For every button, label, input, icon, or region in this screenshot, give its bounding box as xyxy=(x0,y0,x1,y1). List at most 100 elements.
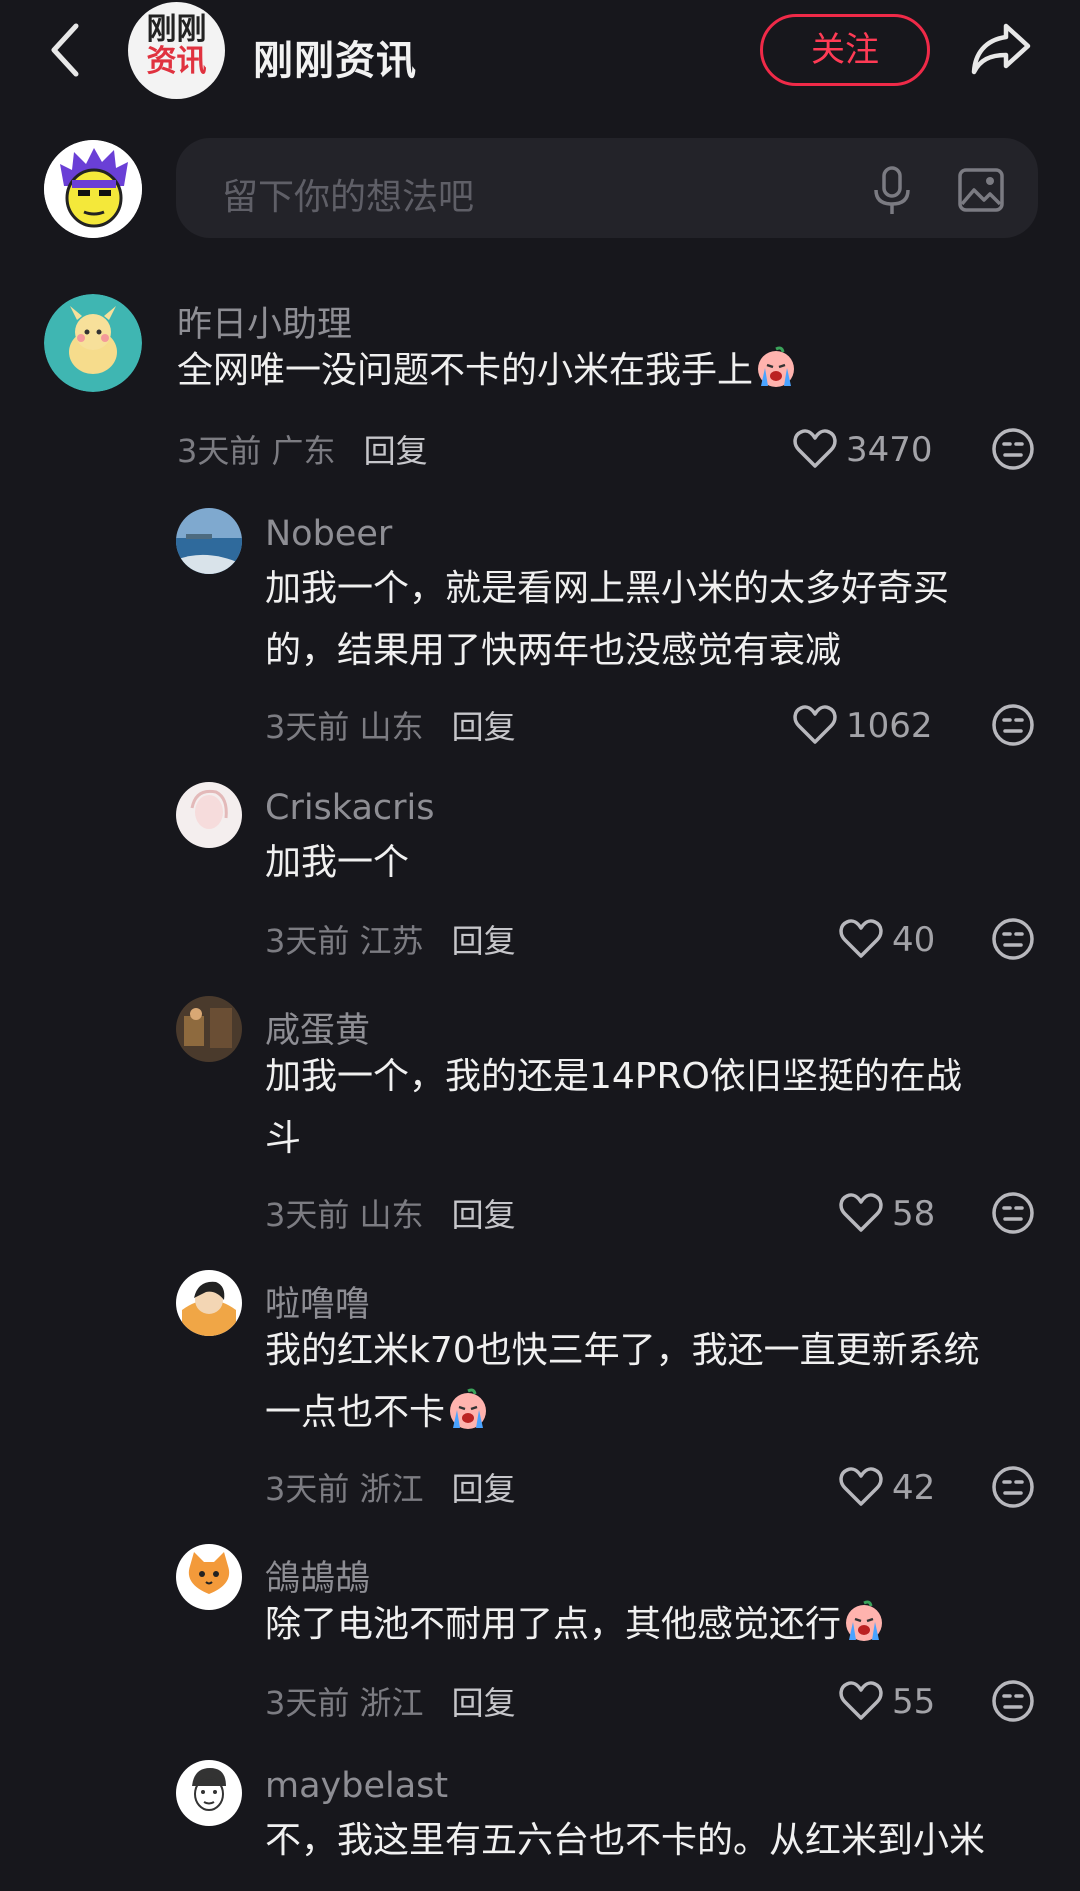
avatar[interactable] xyxy=(176,508,242,574)
image-button[interactable] xyxy=(956,166,1006,214)
share-button[interactable] xyxy=(968,18,1034,82)
comment-text-line: 加我一个，就是看网上黑小米的太多好奇买 xyxy=(265,568,950,609)
like-button[interactable]: 58 xyxy=(838,1188,948,1238)
heart-icon xyxy=(839,1467,883,1506)
comment-text: 加我一个，我的还是14PRO依旧坚挺的在战 斗 xyxy=(265,1046,962,1170)
like-count: 58 xyxy=(892,1194,936,1234)
reply-button[interactable]: 回复 xyxy=(452,1684,516,1722)
comment-text-line: 的，结果用了快两年也没感觉有衰减 xyxy=(265,630,842,671)
sketch-face-avatar-icon xyxy=(176,1760,242,1826)
account-name[interactable]: 刚刚资讯 xyxy=(253,28,417,86)
like-count: 42 xyxy=(892,1468,936,1508)
dislike-button[interactable] xyxy=(990,426,1036,472)
comment-meta: 3天前 广东 回复 xyxy=(177,426,428,472)
like-count: 40 xyxy=(892,920,936,960)
reply-button[interactable]: 回复 xyxy=(452,922,516,960)
sea-photo-avatar-icon xyxy=(176,508,242,574)
meh-face-icon xyxy=(992,1680,1034,1722)
reply-button[interactable]: 回复 xyxy=(452,1470,516,1508)
dislike-button[interactable] xyxy=(990,1190,1036,1236)
dislike-button[interactable] xyxy=(990,702,1036,748)
voice-button[interactable] xyxy=(868,164,916,216)
like-button[interactable]: 40 xyxy=(838,914,948,964)
comment-text-line: 我的红米k70也快三年了，我还一直更新系统 xyxy=(265,1330,980,1371)
cat-avatar-icon xyxy=(176,1544,242,1610)
dislike-button[interactable] xyxy=(990,916,1036,962)
reply-button[interactable]: 回复 xyxy=(364,432,428,470)
share-arrow-icon xyxy=(971,23,1031,75)
avatar[interactable] xyxy=(176,996,242,1062)
avatar[interactable] xyxy=(176,782,242,848)
avatar[interactable] xyxy=(176,1544,242,1610)
comment-text-line: 一点也不卡 xyxy=(265,1382,980,1444)
my-avatar[interactable] xyxy=(44,140,142,238)
comment-text-content: 一点也不卡 xyxy=(265,1392,446,1433)
heart-icon xyxy=(839,919,883,958)
avatar[interactable] xyxy=(176,1760,242,1826)
comment-region: 江苏 xyxy=(359,922,424,960)
meh-face-icon xyxy=(992,918,1034,960)
comment-input[interactable]: 留下你的想法吧 xyxy=(176,138,1038,238)
like-button[interactable]: 55 xyxy=(838,1676,948,1726)
crying-face-emoji xyxy=(758,346,795,387)
comment-text-content: 除了电池不耐用了点，其他感觉还行 xyxy=(265,1604,842,1645)
dislike-button[interactable] xyxy=(990,1678,1036,1724)
meh-face-icon xyxy=(992,1466,1034,1508)
crying-face-emoji xyxy=(846,1600,883,1641)
comment-meta: 3天前 山东 回复 xyxy=(265,702,516,748)
image-icon xyxy=(958,168,1004,212)
comment-text: 不，我这里有五六台也不卡的。从红米到小米 xyxy=(265,1820,986,1861)
like-count: 1062 xyxy=(846,706,933,746)
microphone-icon xyxy=(874,166,910,214)
heart-icon xyxy=(793,705,837,744)
comment-text-content: 全网唯一没问题不卡的小米在我手上 xyxy=(177,350,754,391)
cartoon-avatar-icon xyxy=(44,140,142,238)
avatar[interactable] xyxy=(176,1270,242,1336)
comment-region: 浙江 xyxy=(359,1684,424,1722)
like-button[interactable]: 1062 xyxy=(792,700,942,750)
comment-text-line: 斗 xyxy=(265,1118,302,1159)
logo-text-top: 刚刚 xyxy=(146,12,207,47)
crying-face-emoji xyxy=(450,1388,487,1429)
like-button[interactable]: 42 xyxy=(838,1462,948,1512)
heart-icon xyxy=(839,1681,883,1720)
like-count: 3470 xyxy=(846,430,933,470)
like-button[interactable]: 3470 xyxy=(792,424,942,474)
account-logo[interactable]: 刚刚 资讯 xyxy=(128,2,225,99)
comment-text: 除了电池不耐用了点，其他感觉还行 xyxy=(265,1594,887,1656)
comment-username[interactable]: maybelast xyxy=(265,1766,448,1806)
dislike-button[interactable] xyxy=(990,1464,1036,1510)
comment-region: 山东 xyxy=(359,1196,424,1234)
comment-username[interactable]: Criskacris xyxy=(265,788,434,828)
follow-button[interactable]: 关注 xyxy=(760,14,930,86)
comment-text: 加我一个，就是看网上黑小米的太多好奇买 的，结果用了快两年也没感觉有衰减 xyxy=(265,558,949,682)
heart-icon xyxy=(839,1193,883,1232)
comment-username[interactable]: Nobeer xyxy=(265,514,392,554)
avatar[interactable] xyxy=(44,294,142,392)
comment-input-placeholder: 留下你的想法吧 xyxy=(222,177,475,218)
comment-text-line: 加我一个，我的还是14PRO依旧坚挺的在战 xyxy=(265,1056,962,1097)
comment-time: 3天前 xyxy=(265,1470,350,1508)
comment-region: 山东 xyxy=(359,708,424,746)
chevron-left-icon xyxy=(51,23,79,77)
comment-meta: 3天前 浙江 回复 xyxy=(265,1464,516,1510)
comment-text: 我的红米k70也快三年了，我还一直更新系统 一点也不卡 xyxy=(265,1320,980,1444)
back-button[interactable] xyxy=(42,20,92,80)
meh-face-icon xyxy=(992,428,1034,470)
comment-text: 全网唯一没问题不卡的小米在我手上 xyxy=(177,340,799,402)
comment-region: 浙江 xyxy=(359,1470,424,1508)
comment-time: 3天前 xyxy=(265,708,350,746)
reply-button[interactable]: 回复 xyxy=(452,1196,516,1234)
comment-time: 3天前 xyxy=(265,922,350,960)
pikachu-avatar-icon xyxy=(44,294,142,392)
comment-meta: 3天前 浙江 回复 xyxy=(265,1678,516,1724)
reply-button[interactable]: 回复 xyxy=(452,708,516,746)
heart-icon xyxy=(793,429,837,468)
comment-time: 3天前 xyxy=(265,1196,350,1234)
comment-region: 广东 xyxy=(271,432,336,470)
comment-time: 3天前 xyxy=(177,432,262,470)
photo-avatar-icon xyxy=(176,996,242,1062)
sketch-avatar-icon xyxy=(176,782,242,848)
logo-text-bottom: 资讯 xyxy=(146,44,207,79)
comment-meta: 3天前 山东 回复 xyxy=(265,1190,516,1236)
